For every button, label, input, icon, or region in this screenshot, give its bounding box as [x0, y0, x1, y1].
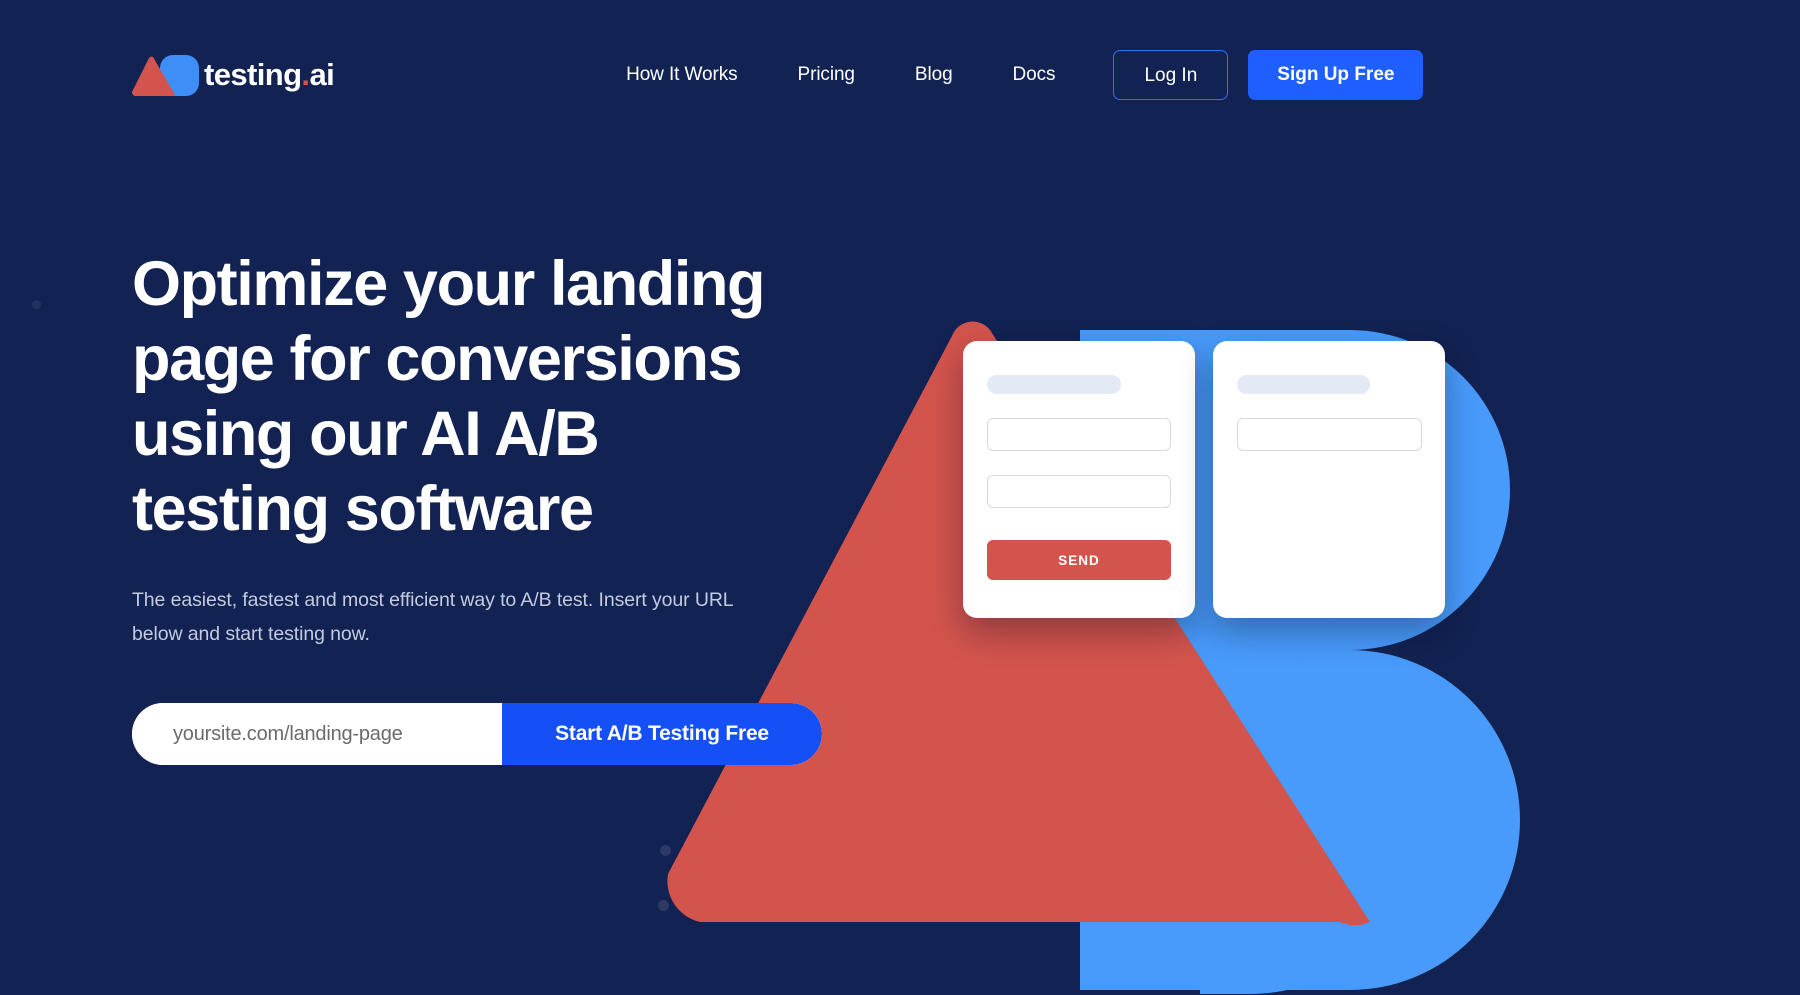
- logo-suffix-text: ai: [309, 57, 335, 92]
- variant-a-heading-placeholder: [987, 375, 1121, 394]
- variant-b-card: [1213, 341, 1445, 618]
- logo-word-text: testing: [204, 57, 302, 92]
- nav-item-docs[interactable]: Docs: [1013, 64, 1056, 86]
- variant-a-send-button[interactable]: SEND: [987, 540, 1171, 580]
- url-input[interactable]: [132, 703, 502, 765]
- nav-item-blog[interactable]: Blog: [915, 64, 953, 86]
- url-cta-form: Start A/B Testing Free: [132, 703, 822, 765]
- variant-a-card: SEND: [963, 341, 1195, 618]
- login-button[interactable]: Log In: [1113, 50, 1229, 100]
- main-navigation: How It Works Pricing Blog Docs: [626, 64, 1055, 86]
- variant-a-field-2[interactable]: [987, 475, 1171, 508]
- variant-b-field-1[interactable]: [1237, 418, 1422, 451]
- site-header: testing.ai How It Works Pricing Blog Doc…: [0, 0, 1800, 150]
- header-actions: Log In Sign Up Free: [1113, 50, 1424, 100]
- nav-item-pricing[interactable]: Pricing: [798, 64, 855, 86]
- logo-wordmark: testing.ai: [204, 57, 335, 93]
- hero-subtitle: The easiest, fastest and most efficient …: [132, 589, 733, 645]
- signup-button[interactable]: Sign Up Free: [1248, 50, 1424, 100]
- variant-b-heading-placeholder: [1237, 375, 1370, 394]
- logo-mark: [131, 54, 200, 97]
- hero-section: Optimize your landing page for conversio…: [132, 247, 822, 765]
- decorative-dot: [658, 900, 669, 911]
- page-title: Optimize your landing page for conversio…: [132, 249, 766, 544]
- decorative-dot: [660, 845, 671, 856]
- brand-logo[interactable]: testing.ai: [131, 52, 335, 98]
- decorative-dot: [32, 300, 41, 309]
- start-testing-button[interactable]: Start A/B Testing Free: [502, 703, 822, 765]
- nav-item-how-it-works[interactable]: How It Works: [626, 64, 738, 86]
- variant-a-field-1[interactable]: [987, 418, 1171, 451]
